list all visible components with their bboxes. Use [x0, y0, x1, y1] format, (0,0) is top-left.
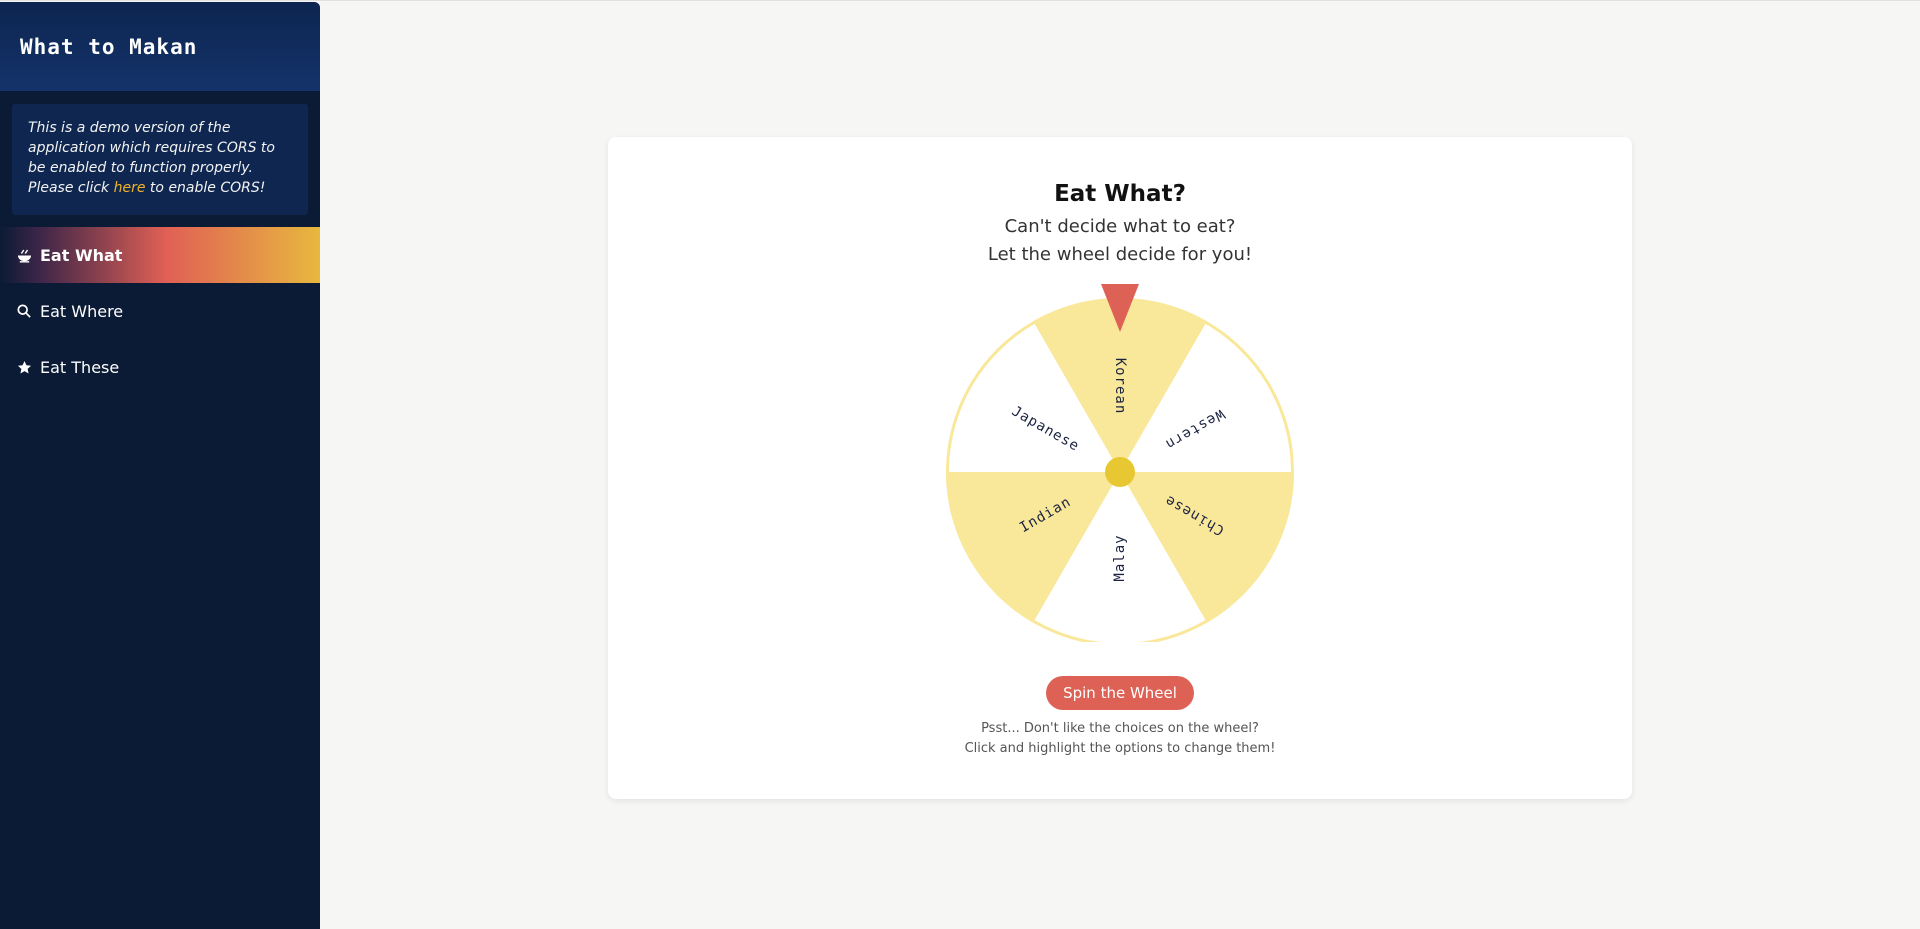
nav-item-label: Eat What — [40, 245, 123, 265]
nav-item-eat-these[interactable]: Eat These — [0, 339, 320, 395]
subtitle-line-1: Can't decide what to eat? — [1004, 216, 1236, 237]
spin-wheel-button[interactable]: Spin the Wheel — [1046, 676, 1194, 710]
app-title: What to Makan — [20, 34, 198, 59]
star-icon — [16, 359, 32, 375]
notice-text-end: to enable CORS! — [145, 180, 266, 196]
nav-item-eat-where[interactable]: Eat Where — [0, 283, 320, 339]
search-icon — [16, 303, 32, 319]
nav-item-eat-what[interactable]: Eat What — [0, 227, 320, 283]
bowl-icon — [16, 247, 32, 263]
cors-notice: This is a demo version of the applicatio… — [12, 104, 308, 215]
eat-what-card: Eat What? Can't decide what to eat? Let … — [608, 137, 1632, 799]
wheel-option-label[interactable]: Korean — [1112, 358, 1128, 415]
nav-item-label: Eat These — [40, 357, 120, 377]
enable-cors-link[interactable]: here — [114, 180, 146, 196]
sidebar: What to Makan This is a demo version of … — [0, 2, 320, 929]
food-wheel[interactable]: Korean Western Chinese Malay Indian Japanese — [943, 282, 1297, 646]
wheel-option-label[interactable]: Malay — [1112, 534, 1128, 581]
subtitle-line-2: Let the wheel decide for you! — [987, 244, 1253, 265]
hint-line-1: Psst... Don't like the choices on the wh… — [981, 721, 1259, 736]
page-title: Eat What? — [1054, 181, 1186, 207]
sidebar-header: What to Makan — [0, 2, 320, 91]
hint-line-2: Click and highlight the options to chang… — [964, 741, 1276, 756]
wheel-graphic: KoreanWesternChineseMalayIndianJapanese — [946, 284, 1294, 646]
sidebar-nav: Eat What Eat Where Eat These — [0, 227, 320, 395]
nav-item-label: Eat Where — [40, 301, 124, 321]
wheel-hub — [1105, 457, 1135, 487]
